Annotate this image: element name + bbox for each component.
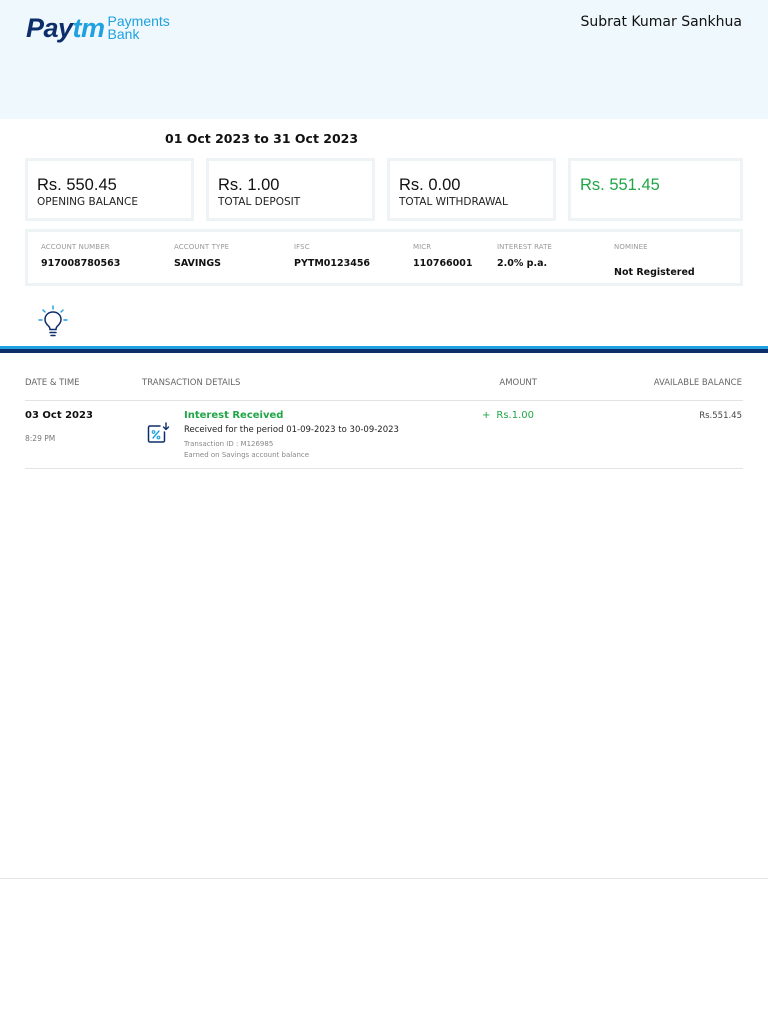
credit-sign: +	[482, 410, 491, 421]
ifsc-field: IFSC PYTM0123456	[294, 243, 370, 269]
account-number-field: ACCOUNT NUMBER 917008780563	[41, 243, 120, 269]
column-header-available-balance: AVAILABLE BALANCE	[653, 378, 742, 388]
account-details-panel: ACCOUNT NUMBER 917008780563 ACCOUNT TYPE…	[25, 229, 743, 286]
total-deposit-amount: Rs. 1.00	[218, 176, 280, 194]
micr-label: MICR	[413, 243, 432, 251]
logo-wordmark: Paytm	[26, 14, 105, 42]
transaction-balance: Rs.551.45	[699, 411, 742, 421]
opening-balance-card: Rs. 550.45 OPENING BALANCE	[25, 158, 194, 221]
closing-balance-card: Rs. 551.45	[568, 158, 743, 221]
transaction-amount: + Rs.1.00	[482, 410, 534, 421]
micr-field: MICR 110766001	[413, 243, 473, 269]
nominee-field: NOMINEE Not Registered	[614, 243, 695, 278]
closing-balance-amount: Rs. 551.45	[580, 176, 660, 194]
opening-balance-amount: Rs. 550.45	[37, 176, 117, 194]
column-header-date-time: DATE & TIME	[25, 378, 80, 388]
account-number-value: 917008780563	[41, 258, 121, 269]
account-type-value: SAVINGS	[174, 258, 222, 269]
transaction-note: Earned on Savings account balance	[184, 451, 310, 459]
total-withdrawal-card: Rs. 0.00 TOTAL WITHDRAWAL	[387, 158, 556, 221]
logo-bank: Bank	[107, 26, 140, 42]
nominee-value: Not Registered	[614, 267, 695, 278]
paytm-payments-bank-logo: Paytm Payments Bank	[26, 14, 170, 42]
transaction-time: 8:29 PM	[25, 434, 56, 443]
interest-percent-icon	[147, 422, 170, 443]
interest-rate-field: INTEREST RATE 2.0% p.a.	[497, 243, 552, 269]
total-withdrawal-label: TOTAL WITHDRAWAL	[399, 196, 508, 208]
lightbulb-icon	[38, 305, 68, 337]
interest-rate-label: INTEREST RATE	[497, 243, 553, 251]
ifsc-value: PYTM0123456	[294, 258, 371, 269]
micr-value: 110766001	[413, 258, 473, 269]
nominee-label: NOMINEE	[614, 243, 648, 251]
logo-subtext: Payments Bank	[107, 14, 170, 42]
ifsc-label: IFSC	[294, 243, 310, 251]
total-withdrawal-amount: Rs. 0.00	[399, 176, 461, 194]
divider-navy	[0, 349, 768, 353]
transaction-title: Interest Received	[184, 410, 284, 421]
transaction-id: Transaction ID : M126985	[184, 440, 274, 448]
statement-period: 01 Oct 2023 to 31 Oct 2023	[165, 131, 359, 146]
account-type-label: ACCOUNT TYPE	[174, 243, 230, 251]
total-deposit-label: TOTAL DEPOSIT	[218, 196, 301, 208]
statement-header: Paytm Payments Bank Subrat Kumar Sankhua	[0, 0, 768, 119]
header-separator	[25, 400, 743, 401]
interest-rate-value: 2.0% p.a.	[497, 258, 548, 269]
row-separator	[25, 468, 743, 469]
column-header-amount: AMOUNT	[499, 378, 537, 388]
account-type-field: ACCOUNT TYPE SAVINGS	[174, 243, 229, 269]
page-footer-line	[0, 878, 768, 879]
logo-pay: Pay	[26, 13, 73, 43]
opening-balance-label: OPENING BALANCE	[37, 196, 138, 208]
column-header-details: TRANSACTION DETAILS	[142, 378, 241, 388]
transaction-amount-value: Rs.1.00	[496, 410, 534, 421]
account-holder-name: Subrat Kumar Sankhua	[580, 14, 742, 30]
account-number-label: ACCOUNT NUMBER	[41, 243, 110, 251]
transaction-description: Received for the period 01-09-2023 to 30…	[184, 425, 399, 435]
transaction-date: 03 Oct 2023	[25, 410, 93, 421]
logo-tm: tm	[72, 13, 106, 43]
total-deposit-card: Rs. 1.00 TOTAL DEPOSIT	[206, 158, 375, 221]
